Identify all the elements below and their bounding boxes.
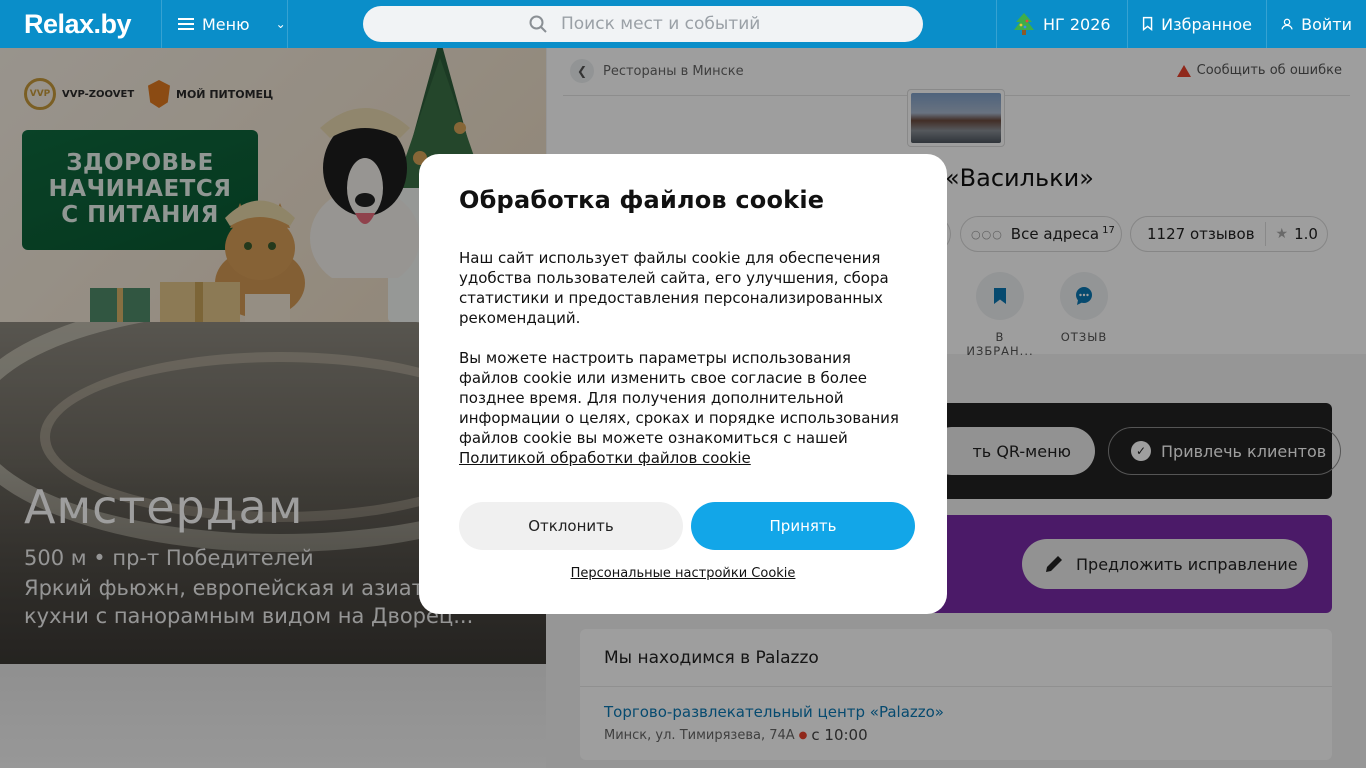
favorites-link[interactable]: Избранное bbox=[1127, 0, 1266, 48]
login-label: Войти bbox=[1301, 14, 1352, 34]
menu-button[interactable]: Меню ⌄ bbox=[162, 0, 288, 48]
cookie-policy-link[interactable]: Политикой обработки файлов cookie bbox=[459, 449, 751, 467]
site-logo[interactable]: Relax.by bbox=[0, 0, 162, 48]
bookmark-icon bbox=[1142, 16, 1153, 32]
christmas-tree-icon bbox=[1014, 13, 1034, 35]
cookie-consent-dialog: Обработка файлов cookie Наш сайт использ… bbox=[419, 154, 947, 614]
cookie-paragraph-2: Вы можете настроить параметры использова… bbox=[459, 349, 899, 467]
decline-button[interactable]: Отклонить bbox=[459, 502, 683, 550]
top-header: Relax.by Меню ⌄ Поиск мест и событий НГ … bbox=[0, 0, 1366, 48]
search-placeholder: Поиск мест и событий bbox=[561, 14, 761, 34]
new-year-link[interactable]: НГ 2026 bbox=[996, 0, 1127, 48]
login-link[interactable]: Войти bbox=[1266, 0, 1366, 48]
cookie-settings-link[interactable]: Персональные настройки Cookie bbox=[419, 566, 947, 581]
favorites-label: Избранное bbox=[1161, 14, 1252, 34]
cookie-dialog-title: Обработка файлов cookie bbox=[459, 186, 825, 214]
cookie-paragraph-1: Наш сайт использует файлы cookie для обе… bbox=[459, 249, 889, 327]
new-year-label: НГ 2026 bbox=[1043, 14, 1111, 34]
search-icon bbox=[529, 15, 547, 33]
menu-label: Меню bbox=[202, 14, 250, 34]
chevron-down-icon: ⌄ bbox=[275, 17, 286, 31]
accept-button[interactable]: Принять bbox=[691, 502, 915, 550]
hamburger-icon bbox=[178, 18, 194, 30]
user-icon bbox=[1281, 18, 1293, 30]
search-input[interactable]: Поиск мест и событий bbox=[363, 6, 923, 42]
